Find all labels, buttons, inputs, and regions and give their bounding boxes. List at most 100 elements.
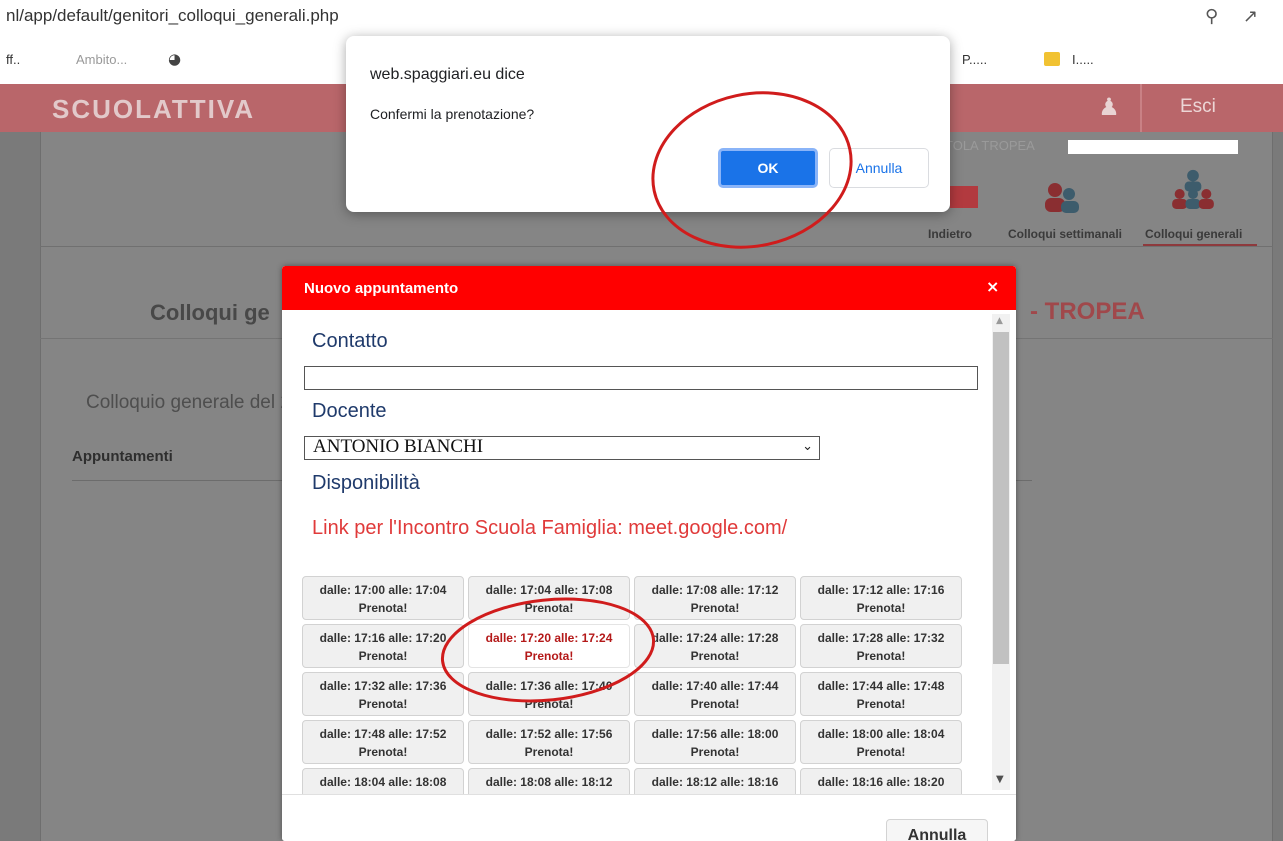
new-appointment-modal: Nuovo appuntamento × Contatto Docente AN… — [282, 266, 1016, 841]
time-slot[interactable]: dalle: 17:44 alle: 17:48 Prenota! — [800, 672, 962, 716]
back-icon[interactable] — [950, 186, 978, 208]
time-slot-range: dalle: 17:04 alle: 17:08 — [485, 583, 613, 597]
teacher-select[interactable]: ANTONIO BIANCHI ⌄ — [304, 436, 820, 460]
meeting-link[interactable]: Link per l'Incontro Scuola Famiglia: mee… — [312, 517, 787, 539]
zoom-icon[interactable]: ⚲ — [1205, 6, 1218, 27]
folder-icon — [1044, 52, 1060, 66]
time-slot-range: dalle: 17:00 alle: 17:04 — [319, 583, 447, 597]
time-slot[interactable]: dalle: 17:36 alle: 17:40 Prenota! — [468, 672, 630, 716]
chevron-down-icon: ⌄ — [802, 439, 813, 454]
app-logo: SCUOLATTIVA — [52, 94, 256, 124]
bookmark-item[interactable]: ff.. — [6, 52, 20, 67]
teacher-selected-value: ANTONIO BIANCHI — [313, 436, 484, 457]
time-slot-range: dalle: 17:40 alle: 17:44 — [651, 679, 779, 693]
teacher-label: Docente — [312, 400, 387, 422]
time-slot-range: dalle: 18:16 alle: 18:20 — [817, 775, 945, 789]
time-slot-book: Prenota! — [524, 697, 574, 711]
bookmark-item[interactable]: P..... — [962, 52, 987, 67]
time-slot-range: dalle: 17:36 alle: 17:40 — [485, 679, 613, 693]
bookmark-item[interactable]: Ambito... — [76, 52, 127, 67]
time-slot-book: Prenota! — [856, 697, 906, 711]
divider — [40, 246, 1273, 247]
time-slot-book: Prenota! — [856, 745, 906, 759]
time-slot[interactable]: dalle: 17:00 alle: 17:04 Prenota! — [302, 576, 464, 620]
general-meetings-icon[interactable] — [1168, 166, 1218, 212]
time-slot[interactable]: dalle: 17:52 alle: 17:56 Prenota! — [468, 720, 630, 764]
time-slot[interactable]: dalle: 17:16 alle: 17:20 Prenota! — [302, 624, 464, 668]
time-slot[interactable]: dalle: 18:08 alle: 18:12Prenota! — [468, 768, 630, 794]
url-text[interactable]: nl/app/default/genitori_colloqui_general… — [6, 6, 339, 26]
time-slot-book: Prenota! — [524, 649, 574, 663]
time-slot[interactable]: dalle: 18:04 alle: 18:08Prenota! — [302, 768, 464, 794]
confirm-message: Confermi la prenotazione? — [370, 106, 535, 122]
time-slot-book: Prenota! — [690, 697, 740, 711]
time-slot[interactable]: dalle: 18:00 alle: 18:04 Prenota! — [800, 720, 962, 764]
time-slot[interactable]: dalle: 17:56 alle: 18:00 Prenota! — [634, 720, 796, 764]
time-slot[interactable]: dalle: 17:12 alle: 17:16 Prenota! — [800, 576, 962, 620]
time-slot-book: Prenota! — [690, 601, 740, 615]
scroll-up-icon[interactable]: ▲ — [996, 316, 1003, 326]
time-slot-book: Prenota! — [358, 649, 408, 663]
time-slot[interactable]: dalle: 17:04 alle: 17:08 Prenota! — [468, 576, 630, 620]
modal-cancel-button[interactable]: Annulla — [886, 819, 988, 841]
scroll-down-icon[interactable]: ▼ — [996, 774, 1004, 785]
user-icon[interactable]: ♟ — [1096, 93, 1122, 121]
time-slot-range: dalle: 18:08 alle: 18:12 — [485, 775, 613, 789]
time-slot-book: Prenota! — [524, 745, 574, 759]
page-title: Colloqui ge — [150, 300, 270, 325]
time-slot-book: Prenota! — [690, 649, 740, 663]
close-icon[interactable]: × — [986, 277, 999, 296]
time-slot[interactable]: dalle: 17:28 alle: 17:32 Prenota! — [800, 624, 962, 668]
nav-weekly-meetings[interactable]: Colloqui settimanali — [1008, 227, 1122, 241]
school-name: TOLA TROPEA — [945, 138, 1035, 153]
time-slot-range: dalle: 17:24 alle: 17:28 — [651, 631, 779, 645]
modal-title: Nuovo appuntamento — [304, 280, 459, 297]
availability-label: Disponibilità — [312, 472, 420, 494]
time-slot[interactable]: dalle: 17:08 alle: 17:12 Prenota! — [634, 576, 796, 620]
time-slot-range: dalle: 17:32 alle: 17:36 — [319, 679, 447, 693]
time-slot[interactable]: dalle: 18:12 alle: 18:16Prenota! — [634, 768, 796, 794]
time-slot-range: dalle: 18:12 alle: 18:16 — [651, 775, 779, 789]
modal-scrollbar[interactable]: ▲ ▼ — [992, 314, 1010, 790]
browser-url-bar[interactable]: nl/app/default/genitori_colloqui_general… — [0, 0, 1283, 38]
nav-general-meetings[interactable]: Colloqui generali — [1145, 227, 1242, 241]
contact-label: Contatto — [312, 330, 388, 352]
ok-button[interactable]: OK — [718, 148, 818, 188]
confirm-dialog: web.spaggiari.eu dice Confermi la prenot… — [346, 36, 950, 212]
redacted-name — [1068, 140, 1238, 154]
time-slot[interactable]: dalle: 17:24 alle: 17:28 Prenota! — [634, 624, 796, 668]
modal-footer: Annulla — [282, 794, 1016, 841]
time-slot-range: dalle: 17:44 alle: 17:48 — [817, 679, 945, 693]
time-slot-book: Prenota! — [358, 601, 408, 615]
time-slot[interactable]: dalle: 17:48 alle: 17:52 Prenota! — [302, 720, 464, 764]
header-separator — [1140, 84, 1142, 132]
time-slot-range: dalle: 17:08 alle: 17:12 — [651, 583, 779, 597]
time-slot-book: Prenota! — [524, 601, 574, 615]
time-slot-book: Prenota! — [856, 601, 906, 615]
time-slot[interactable]: dalle: 17:40 alle: 17:44 Prenota! — [634, 672, 796, 716]
time-slot-selected[interactable]: dalle: 17:20 alle: 17:24 Prenota! — [468, 624, 630, 668]
modal-body[interactable]: Contatto Docente ANTONIO BIANCHI ⌄ Dispo… — [282, 310, 1016, 794]
nav-back[interactable]: Indietro — [928, 227, 972, 241]
share-icon[interactable]: ↗ — [1243, 6, 1258, 27]
time-slot-book: Prenota! — [856, 649, 906, 663]
confirm-cancel-button[interactable]: Annulla — [829, 148, 929, 188]
time-slot[interactable]: dalle: 17:32 alle: 17:36 Prenota! — [302, 672, 464, 716]
time-slot-range: dalle: 18:00 alle: 18:04 — [817, 727, 945, 741]
weekly-meetings-icon[interactable] — [1035, 170, 1085, 216]
time-slot-book: Prenota! — [358, 697, 408, 711]
contact-input[interactable] — [304, 366, 978, 390]
time-slot-range: dalle: 17:12 alle: 17:16 — [817, 583, 945, 597]
time-slot-range: dalle: 17:56 alle: 18:00 — [651, 727, 779, 741]
logout-button[interactable]: Esci — [1180, 96, 1216, 118]
bookmark-item[interactable]: I..... — [1072, 52, 1094, 67]
globe-icon: ◕ — [168, 50, 182, 68]
page-title-school: - TROPEA — [1030, 298, 1145, 325]
meeting-date-text: Colloquio generale del 2 — [86, 392, 291, 413]
screen: nl/app/default/genitori_colloqui_general… — [0, 0, 1283, 841]
appointments-heading: Appuntamenti — [72, 448, 173, 465]
time-slot-book: Prenota! — [358, 745, 408, 759]
time-slot[interactable]: dalle: 18:16 alle: 18:20Prenota! — [800, 768, 962, 794]
scrollbar-thumb[interactable] — [993, 332, 1009, 664]
time-slot-range: dalle: 17:52 alle: 17:56 — [485, 727, 613, 741]
